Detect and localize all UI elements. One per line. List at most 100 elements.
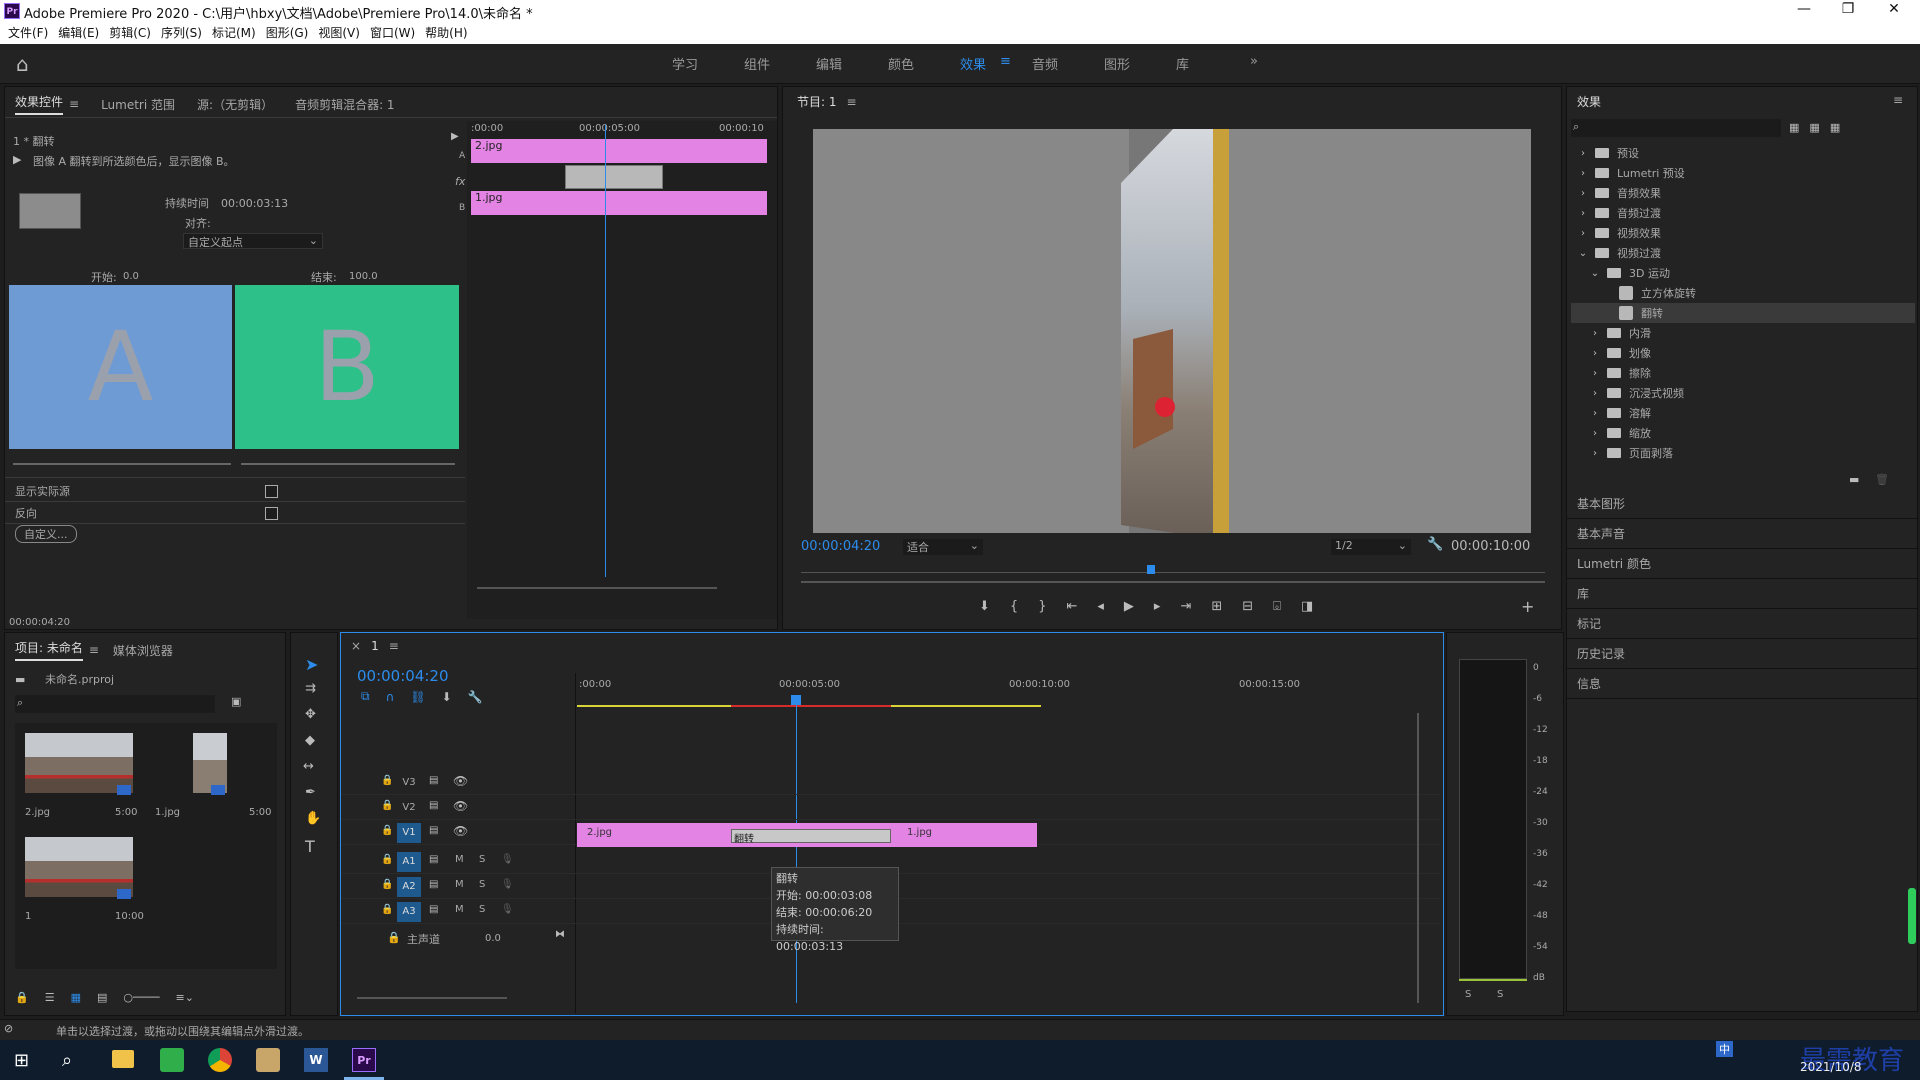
mini-transition-block[interactable] xyxy=(565,165,663,189)
menu-help[interactable]: 帮助(H) xyxy=(425,22,467,44)
chevron-right-icon[interactable]: › xyxy=(1577,228,1589,239)
timeline-settings-icon[interactable]: 🔧 xyxy=(468,690,483,704)
export-frame-icon[interactable]: ⌻ xyxy=(1273,599,1281,614)
effects-tree-item[interactable]: ⌄ 3D 运动 xyxy=(1571,263,1915,283)
effects-tree-item[interactable]: ⌄ 视频过渡 xyxy=(1571,243,1915,263)
track-visibility-icon[interactable]: 👁 xyxy=(453,799,468,813)
mini-playhead[interactable] xyxy=(605,125,606,577)
workspace-libraries[interactable]: 库 xyxy=(1176,54,1189,73)
track-target-button[interactable]: A3 xyxy=(397,902,421,922)
reverse-checkbox[interactable] xyxy=(265,507,278,520)
workspace-audio[interactable]: 音频 xyxy=(1032,54,1058,73)
effects-tree-item[interactable]: 翻转 xyxy=(1571,303,1915,323)
chrome-icon[interactable] xyxy=(208,1048,232,1072)
menu-sequence[interactable]: 序列(S) xyxy=(161,22,202,44)
file-explorer-icon[interactable] xyxy=(112,1050,134,1068)
effects-tree-item[interactable]: › 预设 xyxy=(1571,143,1915,163)
chevron-right-icon[interactable]: › xyxy=(1589,348,1601,359)
play-transition-icon[interactable]: ▶ xyxy=(13,153,21,166)
selection-tool-icon[interactable]: ➤ xyxy=(305,655,318,674)
menu-view[interactable]: 视图(V) xyxy=(318,22,360,44)
menu-clip[interactable]: 剪辑(C) xyxy=(109,22,151,44)
sync-lock-icon[interactable]: ▤ xyxy=(429,904,438,915)
track-target-button[interactable]: V3 xyxy=(397,773,421,793)
chevron-right-icon[interactable]: › xyxy=(1577,208,1589,219)
effects-tree-item[interactable]: › Lumetri 预设 xyxy=(1571,163,1915,183)
mini-clip-b[interactable]: 1.jpg xyxy=(471,191,767,215)
search-icon[interactable]: ⌕ xyxy=(62,1050,72,1071)
chevron-right-icon[interactable]: › xyxy=(1589,448,1601,459)
track-select-tool-icon[interactable]: ⇉ xyxy=(305,681,316,696)
fit-dropdown[interactable]: 适合 ⌄ xyxy=(903,539,983,555)
32bit-effects-icon[interactable]: ▦ xyxy=(1809,121,1819,134)
effects-tree-item[interactable]: › 内滑 xyxy=(1571,323,1915,343)
workspace-editing[interactable]: 编辑 xyxy=(816,54,842,73)
app-icon[interactable] xyxy=(256,1048,280,1072)
go-to-in-icon[interactable]: ⇤ xyxy=(1066,599,1077,614)
workspace-effects[interactable]: 效果 xyxy=(960,54,986,73)
tab-effect-controls[interactable]: 效果控件 xyxy=(15,93,64,115)
chevron-right-icon[interactable]: › xyxy=(1589,428,1601,439)
effects-search-input[interactable]: ⌕ xyxy=(1571,119,1781,137)
menu-edit[interactable]: 编辑(E) xyxy=(58,22,99,44)
sync-lock-icon[interactable]: ▤ xyxy=(429,775,438,786)
timeline-timecode[interactable]: 00:00:04:20 xyxy=(357,667,449,685)
microphone-icon[interactable]: 🎙 xyxy=(501,854,514,865)
add-marker-icon[interactable]: ⬇ xyxy=(442,690,452,704)
chevron-down-icon[interactable]: ⌄ xyxy=(1577,248,1589,259)
step-back-icon[interactable]: ◂ xyxy=(1097,599,1104,614)
solo-button[interactable]: S xyxy=(479,904,485,915)
thumbnail-sequence-1[interactable] xyxy=(25,837,133,897)
menu-graphics[interactable]: 图形(G) xyxy=(266,22,309,44)
app-icon[interactable] xyxy=(160,1048,184,1072)
transition-thumbnail[interactable] xyxy=(19,193,81,229)
delete-icon[interactable]: 🗑 xyxy=(1875,473,1889,486)
transition-flip[interactable]: 翻转 xyxy=(731,829,891,845)
restore-icon[interactable]: ❐ xyxy=(1828,1,1868,17)
track-target-button[interactable]: A1 xyxy=(397,852,421,872)
play-icon[interactable]: ▶ xyxy=(1124,599,1134,614)
program-viewer[interactable] xyxy=(813,129,1531,533)
clip-1jpg[interactable]: 1.jpg xyxy=(907,827,932,838)
zoom-slider-handle[interactable]: ○──── xyxy=(123,991,159,1004)
lift-icon[interactable]: ⊞ xyxy=(1211,599,1222,614)
step-forward-icon[interactable]: ▸ xyxy=(1154,599,1161,614)
track-lock-icon[interactable]: 🔒 xyxy=(381,775,393,786)
tab-media-browser[interactable]: 媒体浏览器 xyxy=(113,642,173,659)
windows-start-icon[interactable]: ⊞ xyxy=(14,1050,29,1071)
tab-audio-clip-mixer[interactable]: 音频剪辑混合器: 1 xyxy=(295,96,395,113)
chevron-right-icon[interactable]: › xyxy=(1589,388,1601,399)
start-slider[interactable] xyxy=(13,463,231,465)
thumbnail-1jpg[interactable] xyxy=(193,733,227,793)
track-lock-icon[interactable]: 🔒 xyxy=(381,825,393,836)
add-marker-icon[interactable]: ⬇ xyxy=(979,599,990,614)
close-icon[interactable]: ✕ xyxy=(1874,1,1914,17)
panel-section-tab[interactable]: 基本声音 xyxy=(1567,519,1917,549)
ripple-edit-tool-icon[interactable]: ✥ xyxy=(305,707,316,722)
extract-icon[interactable]: ⊟ xyxy=(1242,599,1253,614)
track-lock-icon[interactable]: 🔒 xyxy=(381,879,393,890)
effects-tree-item[interactable]: 立方体旋转 xyxy=(1571,283,1915,303)
nest-icon[interactable]: ⧉ xyxy=(361,689,370,704)
icon-view-icon[interactable]: ▦ xyxy=(71,991,81,1004)
workspace-assembly[interactable]: 组件 xyxy=(744,54,770,73)
track-target-button[interactable]: V1 xyxy=(397,823,421,843)
mark-out-icon[interactable]: } xyxy=(1038,599,1046,614)
word-icon[interactable]: W xyxy=(304,1048,328,1072)
play-arrow-icon[interactable]: ▶ xyxy=(451,131,459,142)
comparison-view-icon[interactable]: ◨ xyxy=(1301,599,1313,614)
menu-window[interactable]: 窗口(W) xyxy=(370,22,415,44)
panel-section-tab[interactable]: 信息 xyxy=(1567,669,1917,699)
thumbnail-2jpg[interactable] xyxy=(25,733,133,793)
more-workspaces-icon[interactable]: » xyxy=(1250,54,1258,69)
effects-tree-item[interactable]: › 擦除 xyxy=(1571,363,1915,383)
lock-icon[interactable]: 🔒 xyxy=(15,991,29,1004)
sync-lock-icon[interactable]: ▤ xyxy=(429,800,438,811)
effects-tree-item[interactable]: › 视频效果 xyxy=(1571,223,1915,243)
solo-button[interactable]: S xyxy=(479,854,485,865)
track-target-button[interactable]: V2 xyxy=(397,798,421,818)
sync-lock-icon[interactable]: ▤ xyxy=(429,879,438,890)
chevron-right-icon[interactable]: › xyxy=(1589,328,1601,339)
menu-file[interactable]: 文件(F) xyxy=(8,22,48,44)
program-playhead[interactable] xyxy=(1147,565,1155,574)
